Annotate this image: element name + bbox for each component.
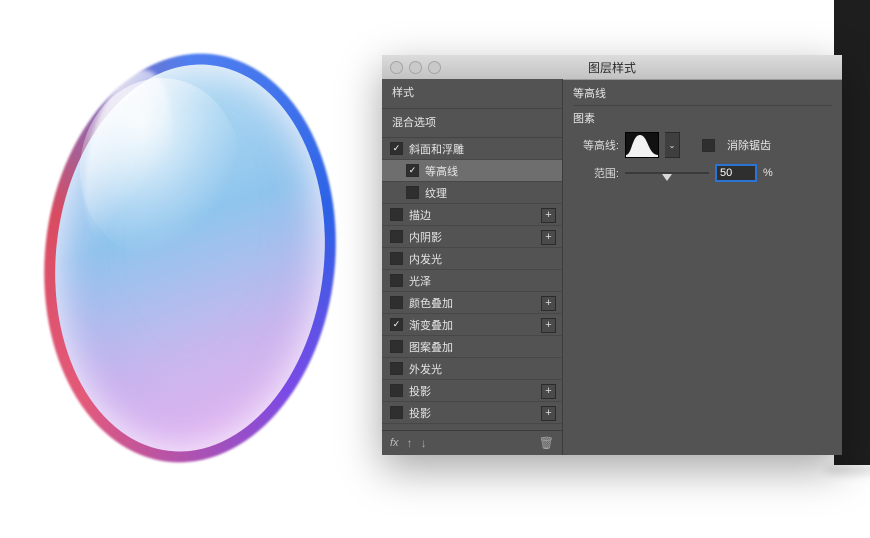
style-row-satin[interactable]: 光泽 [382, 270, 562, 292]
style-row-pat-overlay[interactable]: 图案叠加 [382, 336, 562, 358]
style-row-shadow1[interactable]: 投影 + [382, 380, 562, 402]
style-row-label: 纹理 [425, 185, 447, 201]
style-list-footer: fx ↑ ↓ 🗑 [382, 430, 562, 455]
style-list-column: 样式 混合选项 斜面和浮雕等高线纹理描边 + 内阴影 + 内发光光泽颜色叠加 + 渐变叠加 +… [382, 79, 563, 455]
style-checkbox[interactable] [390, 340, 403, 353]
add-effect-icon[interactable]: + [541, 384, 556, 399]
style-row-grad-overlay[interactable]: 渐变叠加 + [382, 314, 562, 336]
style-row-label: 内阴影 [409, 229, 442, 245]
contour-picker-row: 等高线: ⌄ 消除锯齿 [573, 132, 832, 158]
style-checkbox[interactable] [390, 208, 403, 221]
styles-header: 样式 [382, 79, 562, 109]
style-checkbox[interactable] [390, 142, 403, 155]
add-effect-icon[interactable]: + [541, 230, 556, 245]
trash-icon[interactable]: 🗑 [539, 436, 554, 450]
panel-heading: 等高线 [573, 85, 832, 106]
add-effect-icon[interactable]: + [541, 208, 556, 223]
style-checkbox[interactable] [390, 406, 403, 419]
add-effect-icon[interactable]: + [541, 318, 556, 333]
style-row-label: 外发光 [409, 361, 442, 377]
style-checkbox[interactable] [390, 318, 403, 331]
style-checkbox[interactable] [390, 384, 403, 397]
elements-label: 图素 [573, 110, 832, 126]
style-row-label: 光泽 [409, 273, 431, 289]
style-row-label: 渐变叠加 [409, 317, 453, 333]
style-row-label: 颜色叠加 [409, 295, 453, 311]
traffic-dot[interactable] [428, 61, 441, 74]
add-effect-icon[interactable]: + [541, 296, 556, 311]
style-checkbox[interactable] [406, 186, 419, 199]
contour-thumbnail[interactable] [625, 132, 659, 158]
contour-label: 等高线: [573, 137, 619, 153]
add-effect-icon[interactable]: + [541, 406, 556, 421]
style-row-label: 内发光 [409, 251, 442, 267]
style-row-inner-glow[interactable]: 内发光 [382, 248, 562, 270]
range-row: 范围: 50 % [573, 164, 832, 182]
style-row-label: 图案叠加 [409, 339, 453, 355]
anti-alias-checkbox[interactable] [702, 139, 715, 152]
style-row-inner-shadow[interactable]: 内阴影 + [382, 226, 562, 248]
traffic-dot[interactable] [390, 61, 403, 74]
style-row-label: 投影 [409, 383, 431, 399]
style-row-label: 投影 [409, 405, 431, 421]
style-checkbox[interactable] [390, 230, 403, 243]
style-checkbox[interactable] [406, 164, 419, 177]
style-row-label: 斜面和浮雕 [409, 141, 464, 157]
dialog-titlebar[interactable]: 图层样式 [382, 55, 842, 80]
style-checkbox[interactable] [390, 362, 403, 375]
canvas-preview [40, 48, 340, 468]
style-checkbox[interactable] [390, 252, 403, 265]
window-controls[interactable] [390, 61, 441, 74]
style-row-label: 等高线 [425, 163, 458, 179]
dialog-title: 图层样式 [588, 59, 636, 76]
style-row-outer-glow[interactable]: 外发光 [382, 358, 562, 380]
style-row-color-overlay[interactable]: 颜色叠加 + [382, 292, 562, 314]
contour-detail-panel: 等高线 图素 等高线: ⌄ 消除锯齿 范围: [563, 79, 842, 455]
style-checkbox[interactable] [390, 274, 403, 287]
style-row-texture[interactable]: 纹理 [382, 182, 562, 204]
style-row-label: 描边 [409, 207, 431, 223]
range-slider[interactable] [625, 166, 709, 180]
style-row-shadow2[interactable]: 投影 + [382, 402, 562, 424]
traffic-dot[interactable] [409, 61, 422, 74]
move-up-icon[interactable]: ↑ [407, 436, 413, 450]
anti-alias-label: 消除锯齿 [727, 137, 771, 153]
fx-menu[interactable]: fx [390, 437, 399, 449]
range-unit: % [763, 167, 773, 179]
style-row-stroke[interactable]: 描边 + [382, 204, 562, 226]
style-checkbox[interactable] [390, 296, 403, 309]
move-down-icon[interactable]: ↓ [421, 436, 427, 450]
range-input[interactable]: 50 [715, 164, 757, 182]
style-row-bevel[interactable]: 斜面和浮雕 [382, 138, 562, 160]
blend-options-row[interactable]: 混合选项 [382, 109, 562, 139]
layer-style-dialog: 图层样式 样式 混合选项 斜面和浮雕等高线纹理描边+内阴影+内发光光泽颜色叠加+… [382, 55, 842, 455]
range-label: 范围: [573, 165, 619, 181]
contour-dropdown-caret[interactable]: ⌄ [665, 132, 680, 158]
style-row-contour[interactable]: 等高线 [382, 160, 562, 182]
